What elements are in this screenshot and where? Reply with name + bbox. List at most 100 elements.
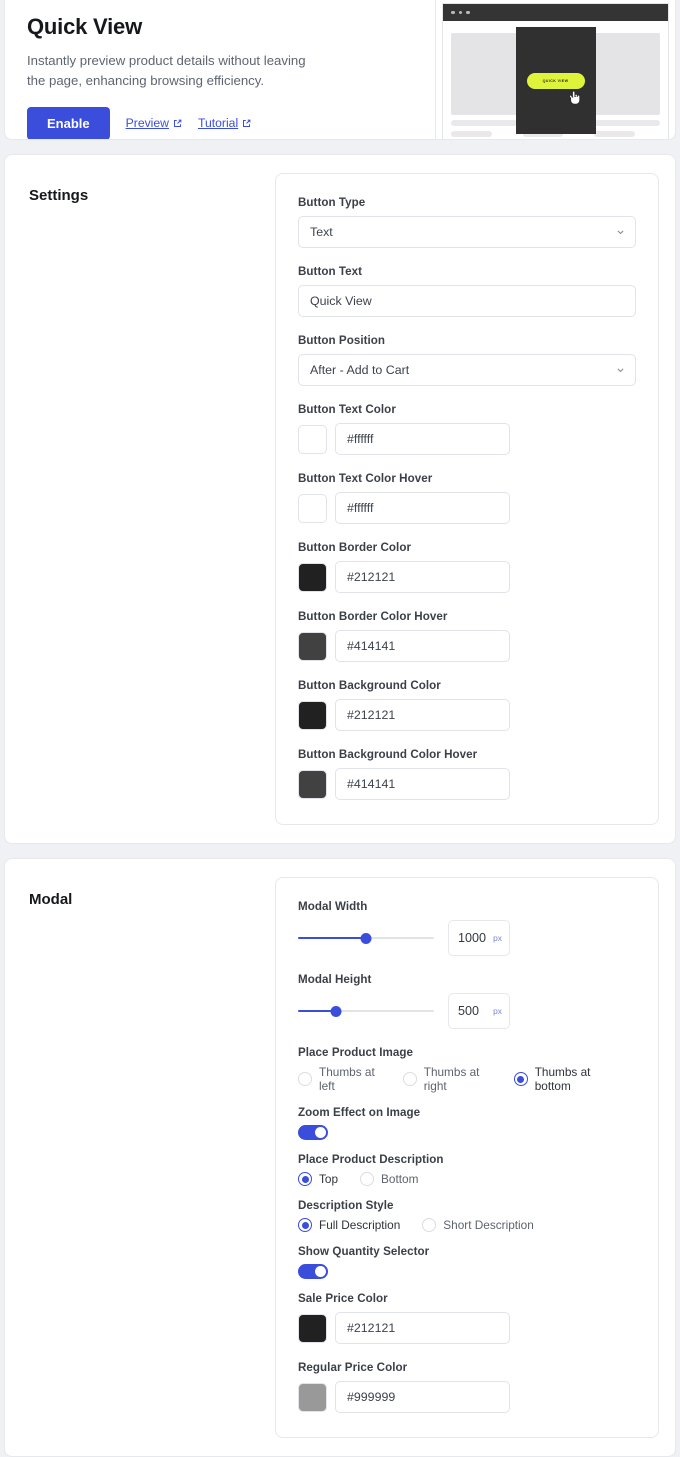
field-zoom-effect: Zoom Effect on Image	[298, 1106, 636, 1140]
toggle-knob	[314, 1127, 326, 1138]
browser-mockup: QUICK VIEW	[442, 3, 669, 139]
field-place-product-image: Place Product Image Thumbs at left Thumb…	[298, 1046, 636, 1093]
settings-panel: Button Type Text Button Text Button Posi…	[275, 173, 659, 825]
button-text-label: Button Text	[298, 265, 363, 278]
slider-track-fill	[298, 936, 366, 940]
radio-option-label: Top	[319, 1172, 339, 1186]
radio-icon	[422, 1218, 437, 1232]
radio-option[interactable]: Thumbs at bottom	[513, 1065, 614, 1093]
radio-option-label: Thumbs at bottom	[534, 1065, 591, 1093]
color-hex-input[interactable]	[335, 423, 510, 455]
quick-view-modal-preview: QUICK VIEW	[515, 27, 596, 134]
color-hex-input[interactable]	[335, 1312, 510, 1344]
radio-icon	[298, 1072, 312, 1086]
field-button-type: Button Type Text	[298, 196, 636, 248]
external-link-icon	[173, 119, 182, 127]
color-swatch[interactable]	[298, 1313, 327, 1343]
modal-width-label: Modal Width	[298, 900, 368, 913]
color-swatch[interactable]	[298, 424, 327, 454]
color-swatch[interactable]	[298, 700, 327, 730]
modal-width-unit: px	[493, 933, 502, 943]
color-hex-input[interactable]	[335, 630, 510, 662]
preview-link[interactable]: Preview	[126, 116, 182, 130]
app-description: Instantly preview product details withou…	[27, 52, 306, 88]
modal-height-label: Modal Height	[298, 973, 372, 986]
external-link-icon	[243, 119, 251, 127]
color-swatch[interactable]	[298, 769, 327, 799]
radio-option[interactable]: Short Description	[422, 1218, 534, 1232]
color-hex-input[interactable]	[335, 561, 510, 593]
button-type-label: Button Type	[298, 196, 366, 209]
radio-icon	[298, 1172, 312, 1186]
radio-option-label: Thumbs at left	[319, 1065, 375, 1093]
text-placeholder-line	[451, 131, 492, 137]
color-hex-input[interactable]	[335, 492, 510, 524]
modal-height-value: 500	[458, 1004, 480, 1018]
app-header-card: Quick View Instantly preview product det…	[4, 0, 676, 140]
color-swatch[interactable]	[298, 1382, 327, 1412]
modal-card: Modal Modal Width 1000 px Modal Height 5…	[4, 858, 676, 1457]
color-label: Sale Price Color	[298, 1292, 388, 1305]
zoom-effect-toggle[interactable]	[298, 1125, 328, 1140]
quantity-selector-toggle[interactable]	[298, 1264, 328, 1279]
modal-width-slider[interactable]	[298, 931, 434, 945]
window-dot-icon	[451, 10, 455, 15]
modal-width-value-box[interactable]: 1000 px	[448, 920, 510, 956]
field-button-color: Button Background Color Hover	[298, 748, 636, 800]
text-placeholder-line	[594, 131, 636, 137]
slider-thumb[interactable]	[360, 932, 372, 944]
field-button-color: Button Background Color	[298, 679, 636, 731]
field-modal-width: Modal Width 1000 px	[298, 900, 636, 956]
button-position-select[interactable]: After - Add to Cart	[298, 354, 636, 386]
field-price-color: Regular Price Color	[298, 1361, 636, 1413]
radio-icon	[298, 1218, 312, 1232]
settings-card: Settings Button Type Text Button Text Bu…	[4, 154, 676, 844]
button-text-input[interactable]	[298, 285, 636, 317]
color-label: Button Border Color	[298, 541, 412, 554]
color-hex-input[interactable]	[335, 768, 510, 800]
radio-option[interactable]: Thumbs at right	[402, 1065, 492, 1093]
radio-option[interactable]: Full Description	[298, 1218, 400, 1232]
field-button-color: Button Border Color	[298, 541, 636, 593]
color-label: Button Background Color Hover	[298, 748, 478, 761]
modal-height-slider[interactable]	[298, 1004, 434, 1018]
window-dot-icon	[458, 10, 462, 15]
radio-option[interactable]: Top	[298, 1172, 338, 1186]
color-swatch[interactable]	[298, 493, 327, 523]
color-label: Button Border Color Hover	[298, 610, 448, 623]
place-product-image-radio-group: Thumbs at left Thumbs at right Thumbs at…	[298, 1065, 636, 1093]
slider-thumb[interactable]	[330, 1005, 342, 1017]
product-card-placeholder	[451, 33, 517, 137]
text-placeholder-line	[451, 120, 517, 126]
color-swatch[interactable]	[298, 562, 327, 592]
modal-panel: Modal Width 1000 px Modal Height 500 px …	[275, 877, 659, 1438]
field-modal-height: Modal Height 500 px	[298, 973, 636, 1029]
browser-content: QUICK VIEW	[443, 21, 668, 137]
description-style-label: Description Style	[298, 1199, 394, 1212]
modal-height-value-box[interactable]: 500 px	[448, 993, 510, 1029]
radio-option[interactable]: Bottom	[360, 1172, 418, 1186]
color-hex-input[interactable]	[335, 1381, 510, 1413]
color-label: Button Text Color Hover	[298, 472, 433, 485]
settings-color-fields: Button Text Color Button Text Color Hove…	[298, 403, 636, 800]
radio-option-label: Short Description	[443, 1218, 534, 1232]
button-type-select[interactable]: Text	[298, 216, 636, 248]
color-swatch[interactable]	[298, 631, 327, 661]
enable-button[interactable]: Enable	[27, 106, 110, 139]
preview-link-label: Preview	[125, 116, 169, 131]
radio-option-label: Full Description	[319, 1218, 401, 1232]
radio-option[interactable]: Thumbs at left	[298, 1065, 381, 1093]
radio-option-label: Bottom	[381, 1172, 419, 1186]
place-product-description-radio-group: Top Bottom	[298, 1172, 636, 1186]
color-hex-input[interactable]	[335, 699, 510, 731]
tutorial-link[interactable]: Tutorial	[198, 116, 251, 130]
product-image-placeholder	[451, 33, 517, 115]
color-label: Regular Price Color	[298, 1361, 408, 1374]
modal-height-unit: px	[493, 1006, 502, 1016]
place-product-description-label: Place Product Description	[298, 1153, 444, 1166]
radio-icon	[513, 1072, 528, 1086]
header-actions: Enable Preview Tutorial	[27, 106, 413, 139]
field-place-product-description: Place Product Description Top Bottom	[298, 1153, 636, 1186]
radio-icon	[360, 1172, 375, 1186]
modal-width-value: 1000	[458, 931, 487, 945]
